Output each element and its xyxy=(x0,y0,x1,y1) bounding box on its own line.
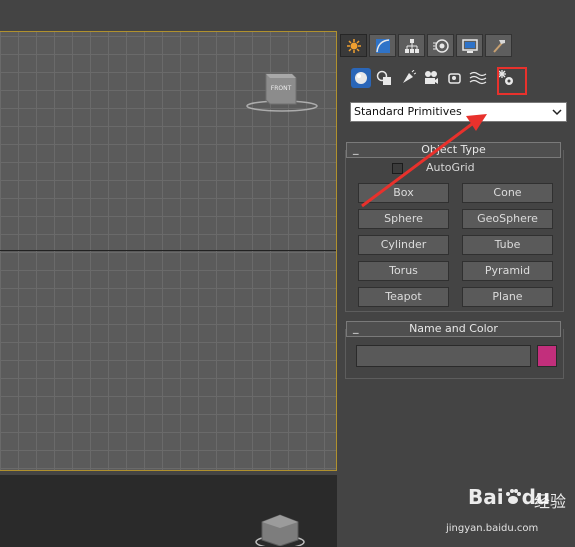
box-button[interactable]: Box xyxy=(358,183,449,203)
rollout-collapse-toggle: _ xyxy=(353,142,359,155)
dropdown-value: Standard Primitives xyxy=(354,105,462,118)
grid-axis-line xyxy=(0,250,336,251)
utilities-icon xyxy=(492,39,505,53)
subtab-cameras[interactable] xyxy=(421,68,441,88)
subtab-lights[interactable] xyxy=(398,68,418,88)
paw-icon xyxy=(505,489,521,504)
tab-motion[interactable] xyxy=(427,34,454,57)
command-panel: Standard Primitives _ Object Type AutoGr… xyxy=(337,0,575,547)
object-color-swatch[interactable] xyxy=(537,345,557,367)
object-type-rollout: _ Object Type AutoGrid Box Cone Sphere G… xyxy=(345,142,564,312)
create-icon xyxy=(346,38,361,53)
motion-icon xyxy=(432,38,449,53)
chevron-down-icon xyxy=(552,109,562,116)
rollout-title: Name and Color xyxy=(409,322,498,335)
display-icon xyxy=(461,38,478,53)
cameras-icon xyxy=(425,71,438,84)
geometry-icon xyxy=(355,72,367,84)
name-and-color-rollout: _ Name and Color xyxy=(345,321,564,379)
autogrid-label: AutoGrid xyxy=(426,161,475,174)
plane-button[interactable]: Plane xyxy=(462,287,553,307)
hierarchy-icon xyxy=(404,38,419,53)
lights-icon xyxy=(403,70,416,83)
bottom-viewport[interactable] xyxy=(0,475,337,547)
viewcube-front-label: FRONT xyxy=(271,85,292,92)
object-category-dropdown[interactable]: Standard Primitives xyxy=(350,102,567,122)
baidu-jingyan-watermark: Bai du 经验 jingyan.baidu.com xyxy=(446,485,573,543)
subtab-geometry[interactable] xyxy=(351,68,371,88)
autogrid-checkbox[interactable] xyxy=(392,163,403,174)
viewcube-bottom[interactable] xyxy=(254,512,306,546)
perspective-viewport[interactable]: FRONT xyxy=(0,31,337,471)
tab-display[interactable] xyxy=(456,34,483,57)
watermark-url: jingyan.baidu.com xyxy=(446,523,539,534)
viewport-title-strip xyxy=(0,0,337,31)
name-and-color-header[interactable]: _ Name and Color xyxy=(346,321,561,337)
geosphere-button[interactable]: GeoSphere xyxy=(462,209,553,229)
tab-utilities[interactable] xyxy=(485,34,512,57)
subtab-shapes[interactable] xyxy=(374,68,394,88)
sphere-button[interactable]: Sphere xyxy=(358,209,449,229)
annotation-highlight-box xyxy=(497,67,527,95)
tab-create[interactable] xyxy=(340,34,367,57)
shapes-icon xyxy=(376,70,391,85)
viewcube[interactable]: FRONT xyxy=(244,70,320,116)
rollout-collapse-toggle: _ xyxy=(353,321,359,334)
teapot-button[interactable]: Teapot xyxy=(358,287,449,307)
tube-button[interactable]: Tube xyxy=(462,235,553,255)
watermark-cn-text: 经验 xyxy=(534,492,567,511)
tab-modify[interactable] xyxy=(369,34,396,57)
tab-hierarchy[interactable] xyxy=(398,34,425,57)
modify-icon xyxy=(375,38,390,53)
pyramid-button[interactable]: Pyramid xyxy=(462,261,553,281)
subtab-space-warps[interactable] xyxy=(468,68,488,88)
space-warps-icon xyxy=(469,71,487,85)
cone-button[interactable]: Cone xyxy=(462,183,553,203)
object-name-field[interactable] xyxy=(356,345,531,367)
helpers-icon xyxy=(448,73,461,84)
rollout-title: Object Type xyxy=(421,143,486,156)
torus-button[interactable]: Torus xyxy=(358,261,449,281)
object-type-header[interactable]: _ Object Type xyxy=(346,142,561,158)
subtab-helpers[interactable] xyxy=(445,68,465,88)
cylinder-button[interactable]: Cylinder xyxy=(358,235,449,255)
